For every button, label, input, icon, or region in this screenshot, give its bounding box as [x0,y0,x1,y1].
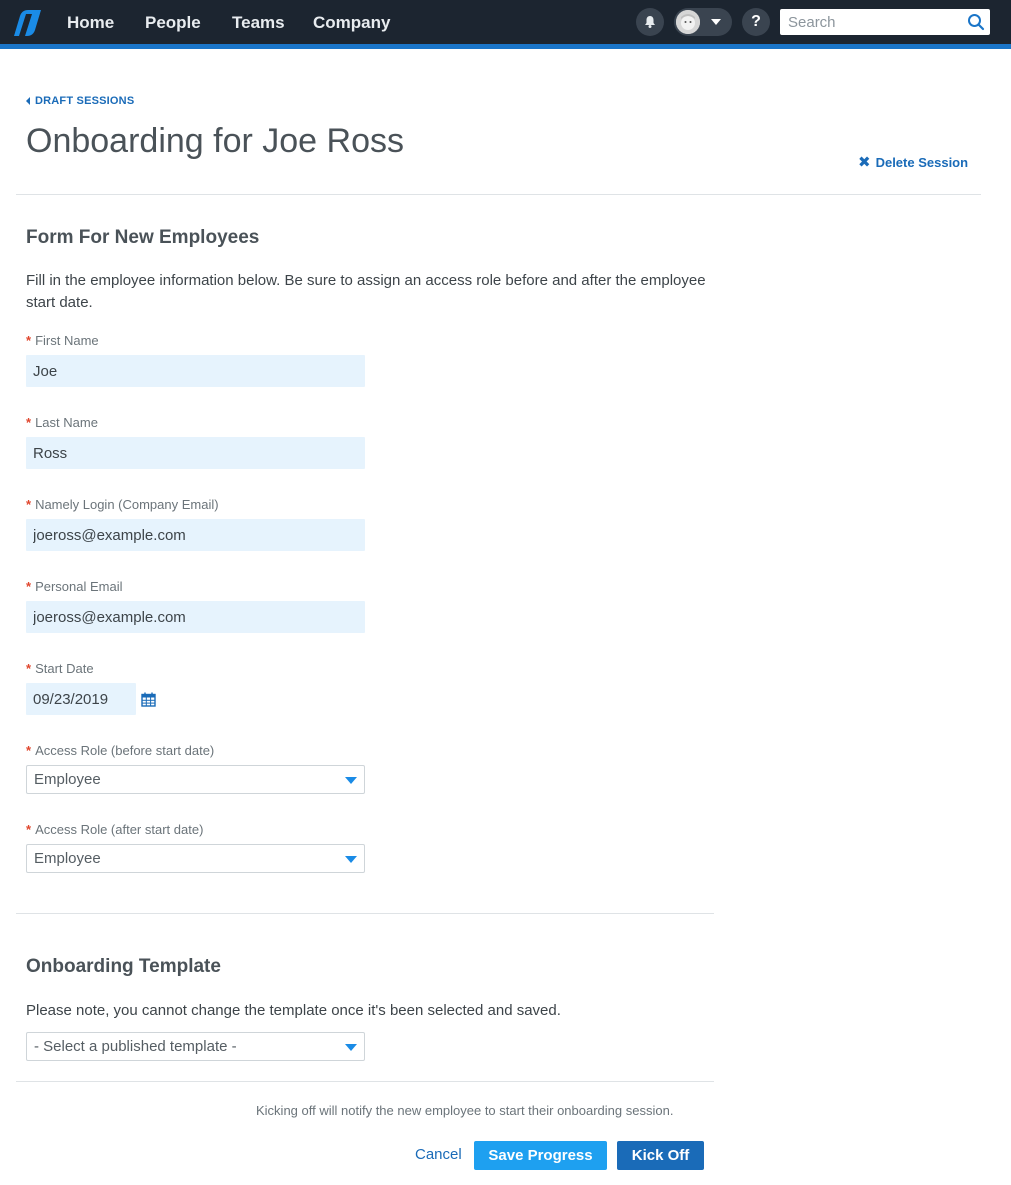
first-name-label: * First Name [26,333,99,349]
start-date-label-text: Start Date [35,661,94,676]
required-marker: * [26,661,32,676]
nav-people[interactable]: People [145,12,201,34]
role-after-label-text: Access Role (after start date) [35,822,204,837]
help-button[interactable]: ? [742,8,770,36]
caret-down-icon [345,856,357,863]
delete-session-label: Delete Session [875,155,969,170]
section-divider [16,913,714,914]
last-name-input[interactable] [26,437,365,469]
role-before-value: Employee [34,771,101,788]
form-section-title: Form For New Employees [26,227,260,248]
role-before-label-text: Access Role (before start date) [35,743,215,758]
first-name-input[interactable] [26,355,365,387]
user-menu-button[interactable] [674,8,732,36]
search-box [780,9,990,35]
form-description: Fill in the employee information below. … [26,272,706,311]
required-marker: * [26,497,32,512]
nav-home[interactable]: Home [67,12,114,34]
footer-divider [16,1081,714,1082]
role-after-select[interactable]: Employee [26,844,365,873]
search-icon[interactable] [967,13,985,31]
breadcrumb-label: DRAFT SESSIONS [35,95,135,107]
role-before-label: * Access Role (before start date) [26,743,214,759]
login-label-text: Namely Login (Company Email) [35,497,219,512]
breadcrumb-draft-sessions[interactable]: DRAFT SESSIONS [26,95,134,107]
last-name-label: * Last Name [26,415,98,431]
personal-email-input[interactable] [26,601,365,633]
page-title: Onboarding for Joe Ross [26,122,404,160]
user-avatar-icon [676,10,700,34]
login-label: * Namely Login (Company Email) [26,497,219,513]
role-after-value: Employee [34,850,101,867]
required-marker: * [26,743,32,758]
chevron-down-icon [711,19,721,25]
kick-off-button[interactable]: Kick Off [617,1141,704,1170]
help-icon: ? [751,13,761,30]
search-input[interactable] [780,9,960,35]
start-date-label: * Start Date [26,661,94,677]
calendar-icon[interactable] [141,692,156,707]
cancel-button[interactable]: Cancel [415,1146,462,1164]
template-description: Please note, you cannot change the templ… [26,1002,561,1019]
first-name-label-text: First Name [35,333,99,348]
caret-down-icon [345,1044,357,1051]
personal-email-label: * Personal Email [26,579,123,595]
start-date-input[interactable] [26,683,136,715]
last-name-label-text: Last Name [35,415,98,430]
bell-icon [645,16,655,28]
nav-company[interactable]: Company [313,12,390,34]
role-after-label: * Access Role (after start date) [26,822,203,838]
personal-email-label-text: Personal Email [35,579,123,594]
top-nav-bar: Home People Teams Company ? [0,0,1011,44]
caret-down-icon [345,777,357,784]
save-progress-button[interactable]: Save Progress [474,1141,607,1170]
role-before-select[interactable]: Employee [26,765,365,794]
nav-accent-stripe [0,44,1011,49]
kickoff-note: Kicking off will notify the new employee… [256,1103,674,1118]
required-marker: * [26,415,32,430]
company-email-input[interactable] [26,519,365,551]
delete-session-button[interactable]: ✖ Delete Session [858,153,969,171]
required-marker: * [26,579,32,594]
template-select-value: - Select a published template - [34,1038,237,1055]
chevron-left-icon [26,97,30,105]
nav-teams[interactable]: Teams [232,12,285,34]
avatar [676,10,700,34]
namely-logo-icon[interactable] [8,6,44,38]
header-divider [16,194,981,195]
template-select[interactable]: - Select a published template - [26,1032,365,1061]
notifications-button[interactable] [636,8,664,36]
required-marker: * [26,333,32,348]
required-marker: * [26,822,32,837]
template-section-title: Onboarding Template [26,956,221,977]
close-icon: ✖ [858,153,871,171]
